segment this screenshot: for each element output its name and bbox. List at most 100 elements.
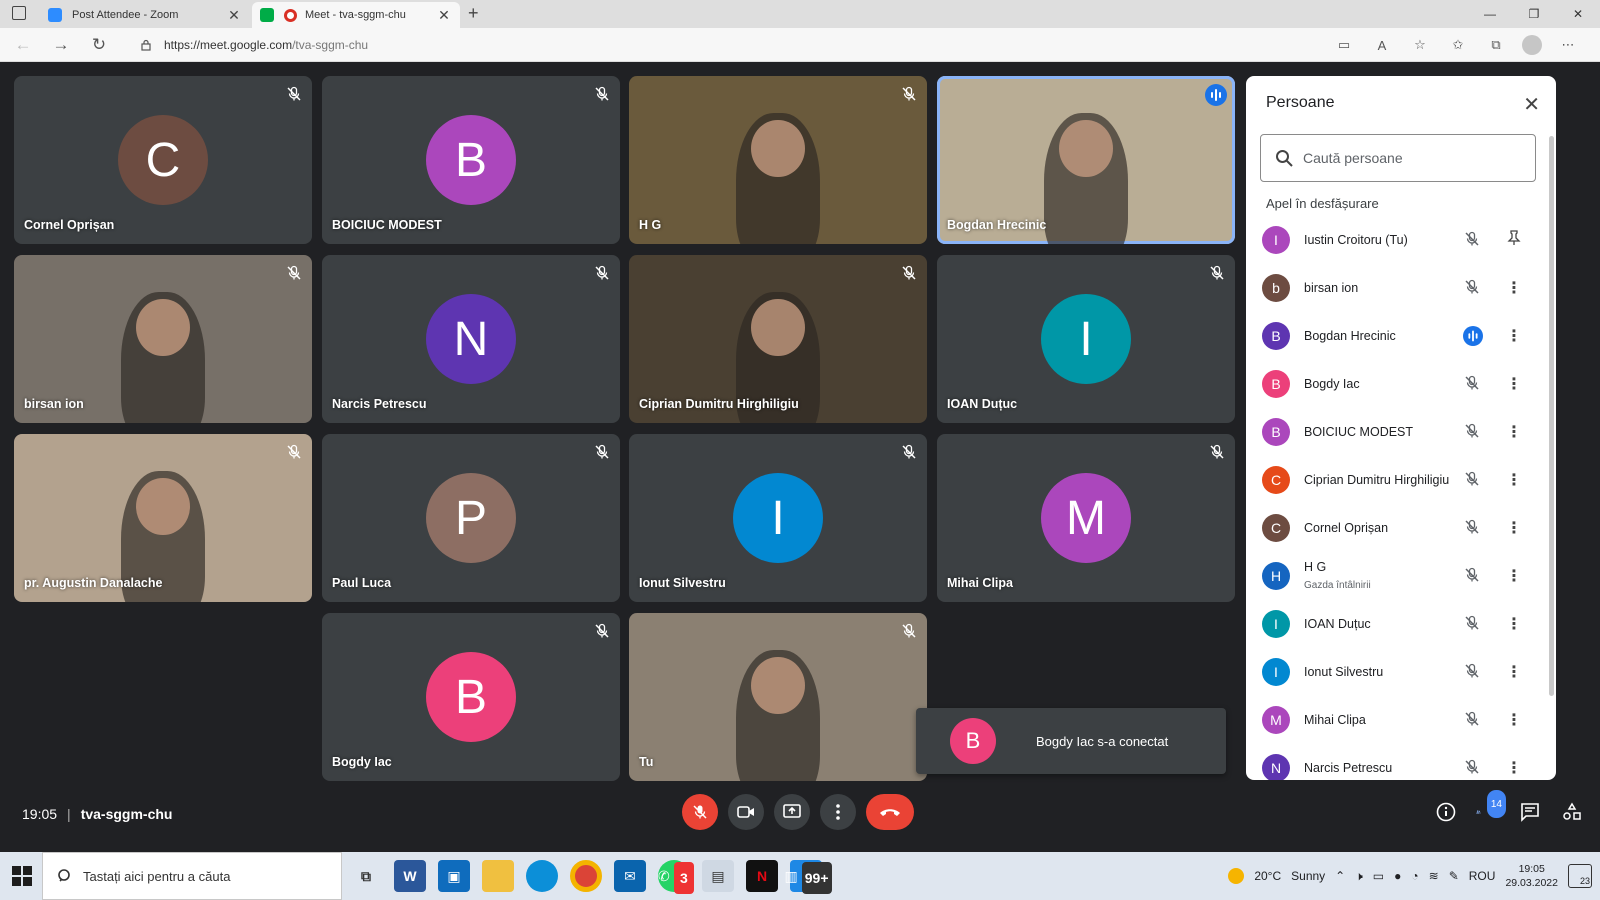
more-options-button[interactable]: [820, 794, 856, 830]
participant-row[interactable]: B Bogdy Iac ⋮: [1246, 360, 1546, 408]
temperature[interactable]: 20°C: [1254, 869, 1281, 883]
more-vert-icon[interactable]: ⋮: [1506, 614, 1522, 634]
word-icon[interactable]: W: [394, 860, 426, 892]
panel-scrollbar[interactable]: [1549, 136, 1554, 696]
more-vert-icon[interactable]: ⋮: [1506, 278, 1522, 298]
more-vert-icon[interactable]: ⋮: [1506, 566, 1522, 586]
people-button[interactable]: 14: [1476, 790, 1506, 826]
more-vert-icon[interactable]: ⋮: [1506, 662, 1522, 682]
network-icon[interactable]: ◔: [1411, 869, 1418, 883]
minimize-icon[interactable]: —: [1468, 0, 1512, 28]
mic-off-icon[interactable]: [1464, 279, 1482, 297]
favorites-icon[interactable]: ✩: [1446, 34, 1470, 56]
participant-tile[interactable]: birsan ion: [14, 255, 312, 423]
people-search-input[interactable]: Caută persoane: [1260, 134, 1536, 182]
participant-row[interactable]: I IOAN Duțuc ⋮: [1246, 600, 1546, 648]
mic-off-icon[interactable]: [1464, 423, 1482, 441]
new-tab-icon[interactable]: +: [468, 3, 479, 24]
read-aloud-icon[interactable]: A: [1370, 34, 1394, 56]
camera-toggle-button[interactable]: [728, 794, 764, 830]
participant-tile[interactable]: pr. Augustin Danalache: [14, 434, 312, 602]
participant-tile[interactable]: Ciprian Dumitru Hirghiligiu: [629, 255, 927, 423]
battery-icon[interactable]: ▭: [1373, 869, 1384, 883]
profile-avatar[interactable]: [1522, 35, 1542, 55]
file-explorer-icon[interactable]: [482, 860, 514, 892]
close-panel-icon[interactable]: ✕: [1523, 92, 1540, 117]
whatsapp-icon[interactable]: ✆ 3: [658, 860, 694, 894]
collections-icon[interactable]: ⧉: [1484, 34, 1508, 56]
present-screen-button[interactable]: [774, 794, 810, 830]
tab-actions-icon[interactable]: [12, 6, 26, 20]
more-vert-icon[interactable]: ⋮: [1506, 374, 1522, 394]
more-vert-icon[interactable]: ⋮: [1506, 758, 1522, 778]
more-vert-icon[interactable]: ⋮: [1506, 470, 1522, 490]
store-icon[interactable]: ▣: [438, 860, 470, 892]
participant-tile[interactable]: Tu: [629, 613, 927, 781]
participant-tile[interactable]: I Ionut Silvestru: [629, 434, 927, 602]
activities-button[interactable]: [1560, 798, 1584, 826]
more-vert-icon[interactable]: ⋮: [1506, 710, 1522, 730]
close-tab-icon[interactable]: ✕: [436, 7, 452, 24]
participant-tile[interactable]: H G: [629, 76, 927, 244]
participant-row[interactable]: M Mihai Clipa ⋮: [1246, 696, 1546, 744]
netflix-icon[interactable]: N: [746, 860, 778, 892]
weather-text[interactable]: Sunny: [1291, 869, 1325, 883]
pen-icon[interactable]: ✎: [1449, 869, 1459, 883]
close-window-icon[interactable]: ✕: [1556, 0, 1600, 28]
more-vert-icon[interactable]: ⋮: [1506, 326, 1522, 346]
participant-tile[interactable]: I IOAN Duțuc: [937, 255, 1235, 423]
task-view-icon[interactable]: ⧉: [350, 860, 382, 892]
participant-row[interactable]: I Ionut Silvestru ⋮: [1246, 648, 1546, 696]
leave-call-button[interactable]: [866, 794, 914, 830]
mic-off-icon[interactable]: [1464, 519, 1482, 537]
camera-indicator-icon[interactable]: ▭: [1332, 34, 1356, 56]
notifications-icon[interactable]: 23: [1568, 864, 1592, 888]
participant-row[interactable]: C Cornel Oprișan ⋮: [1246, 504, 1546, 552]
language-indicator[interactable]: ROU: [1469, 869, 1496, 883]
speaker-icon[interactable]: 🕨: [1355, 869, 1363, 884]
mic-off-icon[interactable]: [1464, 615, 1482, 633]
participant-tile[interactable]: N Narcis Petrescu: [322, 255, 620, 423]
chrome-icon[interactable]: [570, 860, 602, 892]
settings-more-icon[interactable]: ⋯: [1556, 34, 1580, 56]
maximize-icon[interactable]: ❐: [1512, 0, 1556, 28]
more-vert-icon[interactable]: ⋮: [1506, 518, 1522, 538]
close-tab-icon[interactable]: ✕: [226, 7, 242, 24]
meeting-details-button[interactable]: [1434, 798, 1458, 826]
chat-button[interactable]: [1518, 798, 1542, 826]
mic-off-icon[interactable]: [1464, 471, 1482, 489]
chevron-up-icon[interactable]: ⌃: [1335, 869, 1345, 883]
participant-row[interactable]: H H G Gazda întâlnirii ⋮: [1246, 552, 1546, 600]
mic-off-icon[interactable]: [1464, 375, 1482, 393]
participant-tile[interactable]: C Cornel Oprișan: [14, 76, 312, 244]
participant-row[interactable]: C Ciprian Dumitru Hirghiligiu ⋮: [1246, 456, 1546, 504]
favorite-star-icon[interactable]: ☆: [1408, 34, 1432, 56]
participant-tile[interactable]: B BOICIUC MODEST: [322, 76, 620, 244]
mic-off-icon[interactable]: [1464, 567, 1482, 585]
participant-row[interactable]: B Bogdan Hrecinic ⋮: [1246, 312, 1546, 360]
tab-zoom[interactable]: Post Attendee - Zoom ✕: [40, 2, 250, 28]
wifi-icon[interactable]: ≋: [1429, 869, 1439, 883]
more-vert-icon[interactable]: ⋮: [1506, 422, 1522, 442]
back-icon[interactable]: ←: [12, 34, 34, 56]
participant-tile[interactable]: M Mihai Clipa: [937, 434, 1235, 602]
participant-row[interactable]: I Iustin Croitoru (Tu): [1246, 216, 1546, 264]
notepad-icon[interactable]: ▤: [702, 860, 734, 892]
pin-icon[interactable]: [1506, 229, 1522, 251]
taskbar-search-input[interactable]: Tastați aici pentru a căuta: [42, 852, 342, 900]
participant-row[interactable]: B BOICIUC MODEST ⋮: [1246, 408, 1546, 456]
windows-start-icon[interactable]: [10, 864, 34, 888]
mic-off-icon[interactable]: [1464, 711, 1482, 729]
forward-icon[interactable]: →: [50, 34, 72, 56]
mic-tray-icon[interactable]: ●: [1394, 869, 1401, 883]
participant-row[interactable]: b birsan ion ⋮: [1246, 264, 1546, 312]
tab-meet[interactable]: Meet - tva-sggm-chu ✕: [252, 2, 460, 28]
mic-off-icon[interactable]: [1464, 231, 1482, 249]
participant-tile[interactable]: P Paul Luca: [322, 434, 620, 602]
edge-icon[interactable]: [526, 860, 558, 892]
taskbar-clock[interactable]: 19:05 29.03.2022: [1505, 862, 1558, 890]
mic-off-icon[interactable]: [1464, 663, 1482, 681]
reload-icon[interactable]: ↻: [88, 34, 110, 56]
participant-row[interactable]: N Narcis Petrescu ⋮: [1246, 744, 1546, 780]
participant-tile[interactable]: Bogdan Hrecinic: [937, 76, 1235, 244]
